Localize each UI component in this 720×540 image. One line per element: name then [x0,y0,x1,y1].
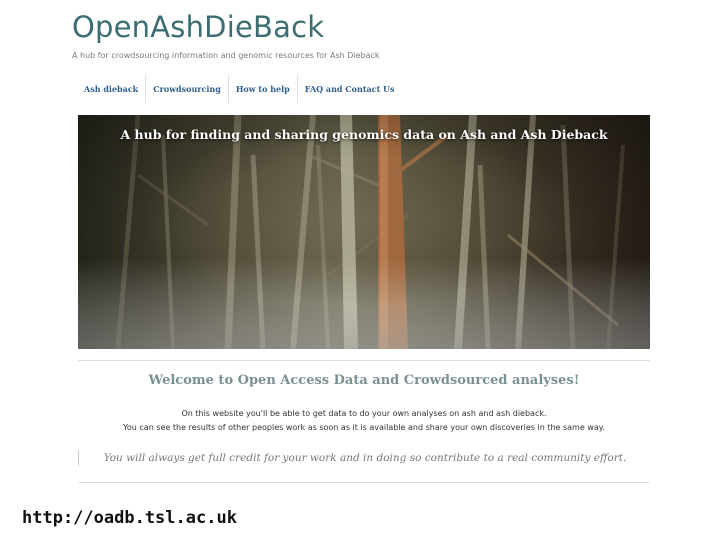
site-url: http://oadb.tsl.ac.uk [22,508,237,528]
hero-caption: A hub for finding and sharing genomics d… [120,127,608,142]
nav-item-crowdsourcing[interactable]: Crowdsourcing [146,75,229,103]
hero-vignette [78,115,650,349]
intro-line-2: You can see the results of other peoples… [123,423,605,432]
nav-item-faq-contact[interactable]: FAQ and Contact Us [298,75,402,103]
site-title[interactable]: OpenAshDieBack [72,10,324,44]
main-nav: Ash dieback Crowdsourcing How to help FA… [77,75,402,103]
divider-top [78,360,650,361]
nav-item-ash-dieback[interactable]: Ash dieback [77,75,147,103]
intro-line-1: On this website you'll be able to get da… [181,409,547,418]
hero-banner: A hub for finding and sharing genomics d… [78,115,650,349]
credit-quote: You will always get full credit for your… [78,450,651,466]
divider-bottom [78,482,650,483]
site-tagline: A hub for crowdsourcing information and … [72,51,380,60]
nav-item-how-to-help[interactable]: How to help [229,75,298,103]
welcome-heading: Welcome to Open Access Data and Crowdsou… [148,373,580,388]
